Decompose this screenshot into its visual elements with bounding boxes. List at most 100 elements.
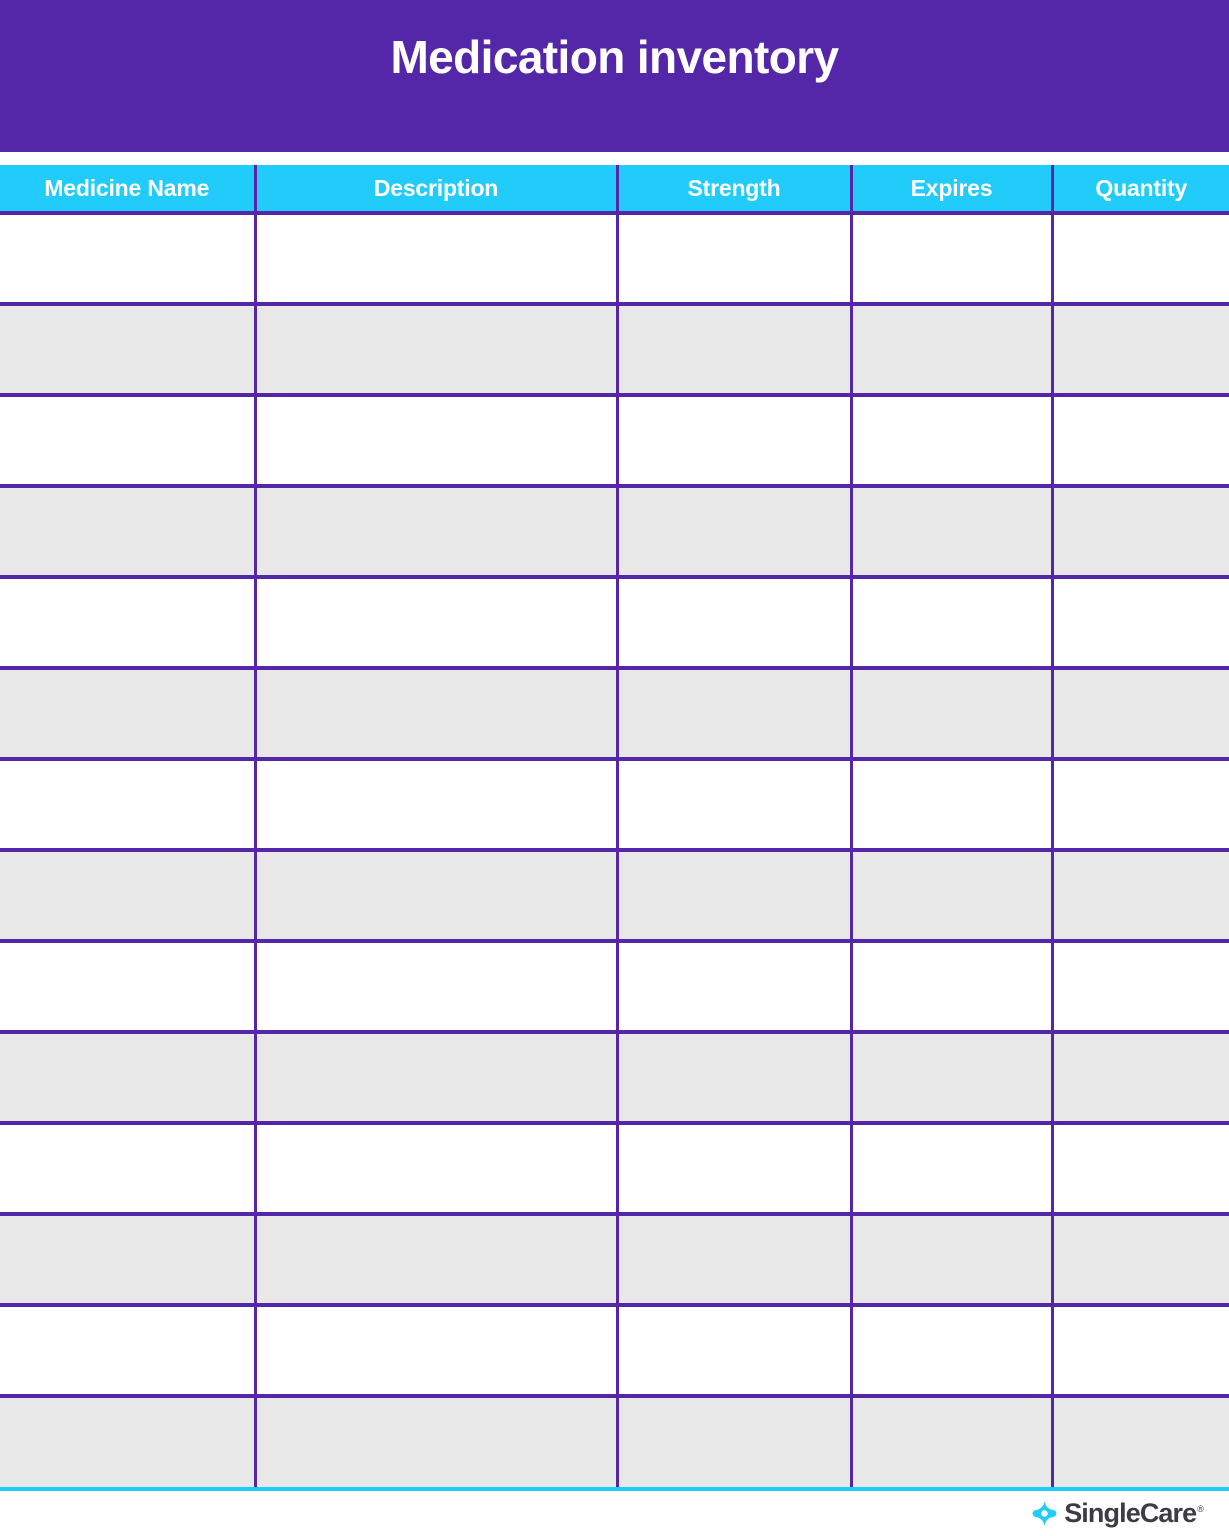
medication-inventory-table: Medicine Name Description Strength Expir… [0,165,1229,1487]
table-cell-quantity[interactable] [1050,395,1229,488]
table-cell-description[interactable] [253,213,617,306]
table-cell-medicine_name[interactable] [0,213,255,306]
table-cell-quantity[interactable] [1050,1032,1229,1125]
table-cell-quantity[interactable] [1050,941,1229,1034]
column-header-description: Description [253,165,617,215]
table-cell-medicine_name[interactable] [0,850,255,943]
table-cell-quantity[interactable] [1050,759,1229,852]
table-cell-expires[interactable] [849,1214,1052,1307]
table-cell-strength[interactable] [615,213,851,306]
table-row [0,668,1229,761]
table-body [0,213,1229,1487]
table-cell-description[interactable] [253,395,617,488]
table-row [0,395,1229,488]
table-row [0,577,1229,670]
table-cell-quantity[interactable] [1050,1123,1229,1216]
table-cell-quantity[interactable] [1050,577,1229,670]
table-cell-expires[interactable] [849,850,1052,943]
table-cell-description[interactable] [253,577,617,670]
table-cell-medicine_name[interactable] [0,941,255,1034]
table-cell-strength[interactable] [615,395,851,488]
column-header-expires: Expires [849,165,1052,215]
table-header: Medicine Name Description Strength Expir… [0,165,1229,215]
table-cell-quantity[interactable] [1050,304,1229,397]
table-cell-expires[interactable] [849,1396,1052,1487]
table-cell-strength[interactable] [615,850,851,943]
table-cell-strength[interactable] [615,577,851,670]
table-row [0,1123,1229,1216]
table-cell-description[interactable] [253,486,617,579]
trademark-symbol: ® [1197,1504,1204,1514]
table-cell-expires[interactable] [849,759,1052,852]
table-row [0,304,1229,397]
table-cell-expires[interactable] [849,941,1052,1034]
inventory-table-container: Medicine Name Description Strength Expir… [0,165,1229,1487]
table-cell-strength[interactable] [615,759,851,852]
table-cell-expires[interactable] [849,1123,1052,1216]
table-cell-expires[interactable] [849,1032,1052,1125]
table-cell-quantity[interactable] [1050,1214,1229,1307]
table-cell-strength[interactable] [615,1123,851,1216]
table-cell-expires[interactable] [849,486,1052,579]
table-cell-strength[interactable] [615,1305,851,1398]
table-cell-quantity[interactable] [1050,213,1229,306]
table-cell-medicine_name[interactable] [0,1305,255,1398]
table-cell-expires[interactable] [849,304,1052,397]
table-cell-description[interactable] [253,1396,617,1487]
table-cell-expires[interactable] [849,395,1052,488]
brand-name: SingleCare® [1064,1500,1204,1527]
table-cell-strength[interactable] [615,304,851,397]
table-row [0,850,1229,943]
table-cell-medicine_name[interactable] [0,1032,255,1125]
table-cell-description[interactable] [253,759,617,852]
table-cell-description[interactable] [253,1305,617,1398]
singlecare-diamond-cross-icon [1032,1501,1057,1526]
table-row [0,759,1229,852]
table-cell-description[interactable] [253,941,617,1034]
table-cell-description[interactable] [253,850,617,943]
table-cell-description[interactable] [253,668,617,761]
table-header-row: Medicine Name Description Strength Expir… [0,165,1229,215]
table-cell-quantity[interactable] [1050,486,1229,579]
table-cell-strength[interactable] [615,1214,851,1307]
table-cell-quantity[interactable] [1050,850,1229,943]
table-cell-expires[interactable] [849,213,1052,306]
column-header-quantity: Quantity [1050,165,1229,215]
page-footer: SingleCare® [0,1491,1229,1536]
table-row [0,486,1229,579]
title-banner: Medication inventory [0,0,1229,152]
table-row [0,1396,1229,1487]
table-cell-medicine_name[interactable] [0,1214,255,1307]
table-row [0,213,1229,306]
table-row [0,941,1229,1034]
table-cell-description[interactable] [253,304,617,397]
table-cell-medicine_name[interactable] [0,304,255,397]
printable-worksheet-page: Medication inventory Medicine Name Descr… [0,0,1229,1536]
table-cell-medicine_name[interactable] [0,759,255,852]
table-row [0,1032,1229,1125]
table-cell-quantity[interactable] [1050,1396,1229,1487]
table-cell-quantity[interactable] [1050,668,1229,761]
table-cell-expires[interactable] [849,1305,1052,1398]
column-header-medicine-name: Medicine Name [0,165,255,215]
table-row [0,1214,1229,1307]
table-cell-strength[interactable] [615,1396,851,1487]
table-cell-medicine_name[interactable] [0,395,255,488]
table-cell-strength[interactable] [615,668,851,761]
table-cell-medicine_name[interactable] [0,1123,255,1216]
table-cell-medicine_name[interactable] [0,1396,255,1487]
table-cell-medicine_name[interactable] [0,486,255,579]
table-cell-quantity[interactable] [1050,1305,1229,1398]
table-cell-strength[interactable] [615,1032,851,1125]
table-cell-strength[interactable] [615,941,851,1034]
page-title: Medication inventory [390,30,839,83]
table-cell-description[interactable] [253,1214,617,1307]
table-cell-expires[interactable] [849,668,1052,761]
table-cell-medicine_name[interactable] [0,577,255,670]
table-cell-description[interactable] [253,1123,617,1216]
table-cell-expires[interactable] [849,577,1052,670]
column-header-strength: Strength [615,165,851,215]
table-cell-strength[interactable] [615,486,851,579]
table-cell-medicine_name[interactable] [0,668,255,761]
table-cell-description[interactable] [253,1032,617,1125]
